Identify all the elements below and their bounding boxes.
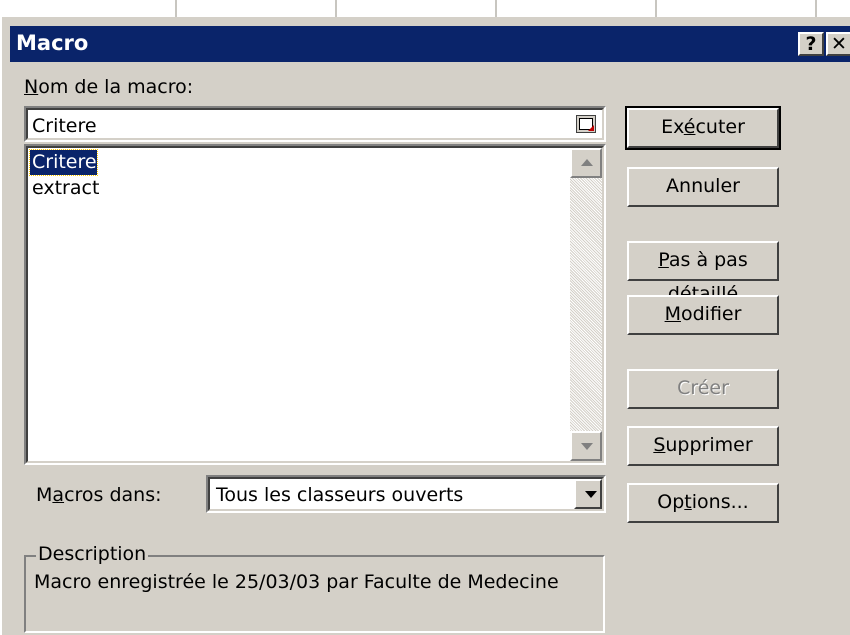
cancel-button[interactable]: Annuler xyxy=(627,167,779,207)
title-bar[interactable]: Macro ? ✕ xyxy=(10,26,850,62)
dropdown-button[interactable] xyxy=(574,479,602,509)
macro-name-value: Critere xyxy=(32,115,97,137)
step-into-button[interactable]: Pas à pas détaillé xyxy=(627,241,779,305)
delete-button[interactable]: Supprimer xyxy=(627,426,779,466)
macro-name-label: Nom de la macro: xyxy=(24,76,194,98)
question-icon: ? xyxy=(805,33,817,55)
macros-in-label: Macros dans: xyxy=(36,484,162,506)
macro-dialog: Macro ? ✕ Nom de la macro: Critere Crite… xyxy=(0,17,850,635)
collapse-arrow-icon xyxy=(588,125,594,131)
column-divider xyxy=(815,0,817,17)
macro-name-input[interactable]: Critere xyxy=(24,106,606,142)
chevron-up-icon xyxy=(581,159,593,166)
edit-button[interactable]: Modifier xyxy=(627,295,779,335)
macro-list-scrollbar[interactable] xyxy=(570,148,602,461)
macros-in-select[interactable]: Tous les classeurs ouverts xyxy=(206,475,606,513)
description-legend: Description xyxy=(36,543,149,565)
description-text: Macro enregistrée le 25/03/03 par Facult… xyxy=(34,571,559,593)
list-item[interactable]: extract xyxy=(30,176,99,201)
column-divider xyxy=(495,0,497,17)
close-button[interactable]: ✕ xyxy=(826,32,850,56)
scroll-down-button[interactable] xyxy=(570,431,602,461)
column-divider xyxy=(335,0,337,17)
macro-list[interactable]: Critere extract xyxy=(24,144,606,465)
scroll-up-button[interactable] xyxy=(570,148,602,178)
help-button[interactable]: ? xyxy=(798,32,824,56)
description-group: Description Macro enregistrée le 25/03/0… xyxy=(24,543,605,633)
run-button[interactable]: Exécuter xyxy=(625,106,781,150)
close-icon: ✕ xyxy=(831,33,847,55)
create-button[interactable]: Créer xyxy=(627,369,779,409)
chevron-down-icon xyxy=(581,443,593,450)
column-divider xyxy=(655,0,657,17)
column-divider xyxy=(175,0,177,17)
chevron-down-icon xyxy=(585,491,597,498)
collapse-dialog-button[interactable] xyxy=(576,115,596,133)
options-button[interactable]: Options... xyxy=(627,483,779,523)
list-item-selected[interactable]: Critere xyxy=(29,149,98,176)
macros-in-value: Tous les classeurs ouverts xyxy=(216,484,464,506)
dialog-title: Macro xyxy=(16,31,89,55)
